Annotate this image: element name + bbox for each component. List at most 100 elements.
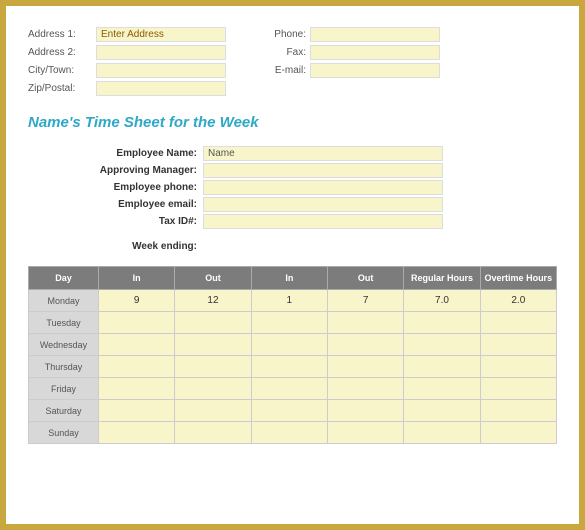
data-cell[interactable] bbox=[480, 378, 556, 400]
table-row: Wednesday bbox=[29, 334, 557, 356]
tax-id-input[interactable] bbox=[203, 214, 443, 229]
data-cell[interactable] bbox=[99, 312, 175, 334]
phone-label: Phone: bbox=[266, 29, 310, 40]
data-cell[interactable]: 9 bbox=[99, 290, 175, 312]
data-cell[interactable] bbox=[99, 378, 175, 400]
data-cell[interactable] bbox=[175, 334, 251, 356]
data-cell[interactable] bbox=[251, 378, 327, 400]
data-cell[interactable] bbox=[404, 356, 480, 378]
zip-input[interactable] bbox=[96, 81, 226, 96]
manager-input[interactable] bbox=[203, 163, 443, 178]
data-cell[interactable] bbox=[175, 378, 251, 400]
phone-row: Phone: bbox=[266, 26, 440, 42]
day-cell: Sunday bbox=[29, 422, 99, 444]
data-cell[interactable]: 12 bbox=[175, 290, 251, 312]
header-regular: Regular Hours bbox=[404, 267, 480, 290]
data-cell[interactable] bbox=[404, 400, 480, 422]
data-cell[interactable] bbox=[99, 356, 175, 378]
email-row: E-mail: bbox=[266, 62, 440, 78]
data-cell[interactable] bbox=[99, 334, 175, 356]
data-cell[interactable] bbox=[404, 312, 480, 334]
table-row: Friday bbox=[29, 378, 557, 400]
week-ending-label: Week ending: bbox=[28, 241, 203, 252]
timesheet-table: Day In Out In Out Regular Hours Overtime… bbox=[28, 266, 557, 444]
city-row: City/Town: bbox=[28, 62, 226, 78]
data-cell[interactable]: 2.0 bbox=[480, 290, 556, 312]
zip-row: Zip/Postal: bbox=[28, 80, 226, 96]
contact-block: Phone: Fax: E-mail: bbox=[266, 26, 440, 96]
data-cell[interactable] bbox=[480, 400, 556, 422]
data-cell[interactable] bbox=[327, 312, 403, 334]
data-cell[interactable] bbox=[251, 312, 327, 334]
table-row: Thursday bbox=[29, 356, 557, 378]
data-cell[interactable] bbox=[327, 400, 403, 422]
employee-email-label: Employee email: bbox=[28, 199, 203, 210]
data-cell[interactable] bbox=[175, 422, 251, 444]
data-cell[interactable]: 1 bbox=[251, 290, 327, 312]
week-ending-row: Week ending: bbox=[28, 241, 557, 252]
day-cell: Friday bbox=[29, 378, 99, 400]
employee-email-row: Employee email: bbox=[28, 196, 557, 212]
employee-name-label: Employee Name: bbox=[28, 148, 203, 159]
data-cell[interactable] bbox=[327, 422, 403, 444]
email-input[interactable] bbox=[310, 63, 440, 78]
manager-row: Approving Manager: bbox=[28, 162, 557, 178]
manager-label: Approving Manager: bbox=[28, 165, 203, 176]
data-cell[interactable] bbox=[327, 356, 403, 378]
data-cell[interactable] bbox=[327, 378, 403, 400]
data-cell[interactable] bbox=[251, 422, 327, 444]
header-day: Day bbox=[29, 267, 99, 290]
table-row: Sunday bbox=[29, 422, 557, 444]
data-cell[interactable] bbox=[404, 378, 480, 400]
email-label: E-mail: bbox=[266, 65, 310, 76]
data-cell[interactable] bbox=[175, 400, 251, 422]
employee-name-input[interactable] bbox=[203, 146, 443, 161]
tax-id-label: Tax ID#: bbox=[28, 216, 203, 227]
table-body: Monday912177.02.0TuesdayWednesdayThursda… bbox=[29, 290, 557, 444]
table-header-row: Day In Out In Out Regular Hours Overtime… bbox=[29, 267, 557, 290]
day-cell: Thursday bbox=[29, 356, 99, 378]
data-cell[interactable]: 7 bbox=[327, 290, 403, 312]
address1-label: Address 1: bbox=[28, 29, 96, 40]
city-input[interactable] bbox=[96, 63, 226, 78]
table-row: Tuesday bbox=[29, 312, 557, 334]
address2-label: Address 2: bbox=[28, 47, 96, 58]
day-cell: Wednesday bbox=[29, 334, 99, 356]
data-cell[interactable] bbox=[404, 422, 480, 444]
employee-phone-input[interactable] bbox=[203, 180, 443, 195]
data-cell[interactable] bbox=[99, 422, 175, 444]
data-cell[interactable] bbox=[404, 334, 480, 356]
address2-input[interactable] bbox=[96, 45, 226, 60]
header-in1: In bbox=[99, 267, 175, 290]
address1-input[interactable] bbox=[96, 27, 226, 42]
fax-label: Fax: bbox=[266, 47, 310, 58]
data-cell[interactable] bbox=[175, 356, 251, 378]
employee-name-row: Employee Name: bbox=[28, 145, 557, 161]
data-cell[interactable] bbox=[480, 312, 556, 334]
employee-email-input[interactable] bbox=[203, 197, 443, 212]
table-row: Saturday bbox=[29, 400, 557, 422]
data-cell[interactable] bbox=[251, 356, 327, 378]
data-cell[interactable] bbox=[327, 334, 403, 356]
day-cell: Monday bbox=[29, 290, 99, 312]
data-cell[interactable] bbox=[480, 356, 556, 378]
header-in2: In bbox=[251, 267, 327, 290]
data-cell[interactable] bbox=[251, 400, 327, 422]
day-cell: Saturday bbox=[29, 400, 99, 422]
address2-row: Address 2: bbox=[28, 44, 226, 60]
fax-row: Fax: bbox=[266, 44, 440, 60]
data-cell[interactable]: 7.0 bbox=[404, 290, 480, 312]
zip-label: Zip/Postal: bbox=[28, 83, 96, 94]
data-cell[interactable] bbox=[175, 312, 251, 334]
data-cell[interactable] bbox=[480, 422, 556, 444]
data-cell[interactable] bbox=[480, 334, 556, 356]
data-cell[interactable] bbox=[99, 400, 175, 422]
employee-section: Employee Name: Approving Manager: Employ… bbox=[28, 145, 557, 229]
employee-phone-label: Employee phone: bbox=[28, 182, 203, 193]
phone-input[interactable] bbox=[310, 27, 440, 42]
table-row: Monday912177.02.0 bbox=[29, 290, 557, 312]
contact-section: Address 1: Address 2: City/Town: Zip/Pos… bbox=[28, 26, 557, 96]
page-title: Name's Time Sheet for the Week bbox=[28, 114, 557, 131]
data-cell[interactable] bbox=[251, 334, 327, 356]
fax-input[interactable] bbox=[310, 45, 440, 60]
